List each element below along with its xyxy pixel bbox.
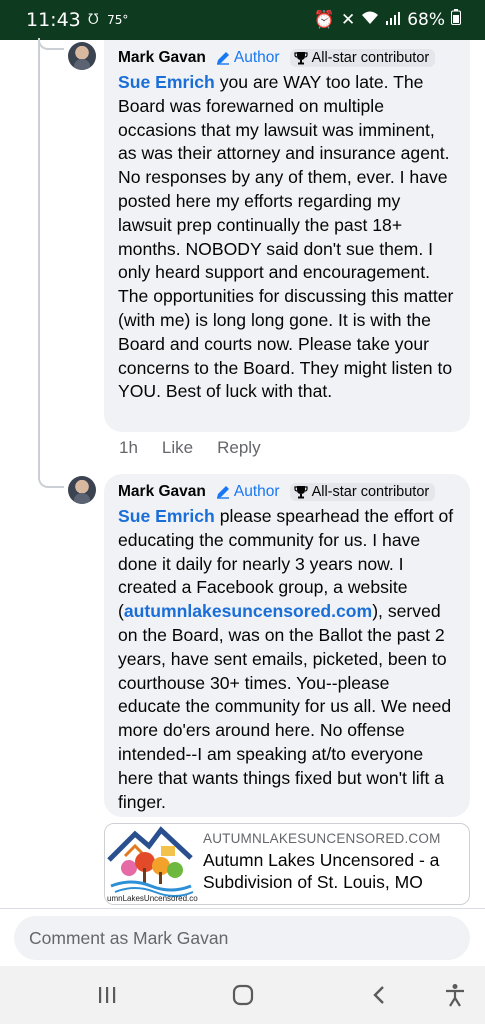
- badge-label: All-star contributor: [311, 50, 430, 66]
- battery-icon: [451, 9, 461, 30]
- contributor-badge[interactable]: All-star contributor: [289, 483, 436, 501]
- battery-percentage: 68%: [407, 9, 445, 30]
- contributor-badge[interactable]: All-star contributor: [289, 49, 436, 67]
- like-button[interactable]: Like: [162, 438, 193, 458]
- comment-time: 1h: [119, 438, 138, 457]
- divider: [0, 908, 485, 909]
- comment-actions: 1h Like Reply: [119, 438, 261, 458]
- comment-text: Sue Emrich please spearhead the effort o…: [118, 505, 456, 814]
- author-tag-label: Author: [233, 483, 280, 500]
- author-tag-label: Author: [233, 49, 280, 66]
- comment-bubble: Mark Gavan Author All-star contributor S…: [104, 40, 470, 432]
- comment-header: Mark Gavan Author All-star contributor: [118, 45, 456, 71]
- author-tag: Author: [216, 49, 280, 67]
- status-bar: 11:43 ᘮ 75° ⏰ ✕ 68%: [0, 0, 485, 40]
- temperature: 75°: [107, 13, 129, 27]
- author-name[interactable]: Mark Gavan: [118, 483, 206, 501]
- trophy-icon: [293, 52, 308, 65]
- wifi-icon: [361, 10, 379, 30]
- status-time: 11:43: [26, 9, 81, 31]
- recent-apps-icon[interactable]: [92, 980, 122, 1010]
- house-logo-icon: [107, 826, 194, 897]
- comment-body-part2: ), served on the Board, was on the Ballo…: [118, 601, 452, 812]
- thread-line: [38, 40, 40, 480]
- link-preview-card[interactable]: umnLakesUncensored.co AUTUMNLAKESUNCENSO…: [104, 823, 470, 905]
- reply-button[interactable]: Reply: [217, 438, 260, 458]
- signal-icon: [385, 10, 401, 30]
- link-preview-image: umnLakesUncensored.co: [105, 824, 198, 904]
- comment-input[interactable]: Comment as Mark Gavan: [14, 916, 470, 960]
- trophy-icon: [293, 486, 308, 499]
- comment-bubble: Mark Gavan Author All-star contributor S…: [104, 474, 470, 817]
- badge-label: All-star contributor: [311, 484, 430, 500]
- author-name[interactable]: Mark Gavan: [118, 49, 206, 67]
- comment-text: Sue Emrich you are WAY too late. The Boa…: [118, 71, 456, 404]
- avatar[interactable]: [68, 476, 96, 504]
- thread-connector: [38, 470, 64, 488]
- system-nav-bar: [0, 966, 485, 1024]
- mention-link[interactable]: Sue Emrich: [118, 72, 215, 92]
- thread-connector: [38, 38, 64, 50]
- home-icon[interactable]: [228, 980, 258, 1010]
- link-preview-title: Autumn Lakes Uncensored - a Subdivision …: [203, 850, 440, 892]
- link-preview-domain: AUTUMNLAKESUNCENSORED.COM: [203, 831, 441, 846]
- alarm-icon: ⏰: [313, 9, 335, 30]
- status-right-icons: ⏰ ✕ 68%: [314, 9, 461, 30]
- accessibility-icon[interactable]: [440, 980, 470, 1010]
- pencil-icon: [216, 486, 229, 499]
- comment-body: you are WAY too late. The Board was fore…: [118, 72, 454, 402]
- status-left-icons: ᘮ 75°: [88, 12, 128, 28]
- pencil-icon: [216, 52, 229, 65]
- mute-icon: ✕: [340, 9, 356, 30]
- comment-header: Mark Gavan Author All-star contributor: [118, 479, 456, 505]
- back-icon[interactable]: [364, 980, 394, 1010]
- notification-icon: ᘮ: [88, 12, 99, 28]
- avatar[interactable]: [68, 42, 96, 70]
- website-link[interactable]: autumnlakesuncensored.com: [124, 601, 372, 621]
- logo-caption: umnLakesUncensored.co: [107, 894, 198, 903]
- author-tag: Author: [216, 483, 280, 501]
- mention-link[interactable]: Sue Emrich: [118, 506, 215, 526]
